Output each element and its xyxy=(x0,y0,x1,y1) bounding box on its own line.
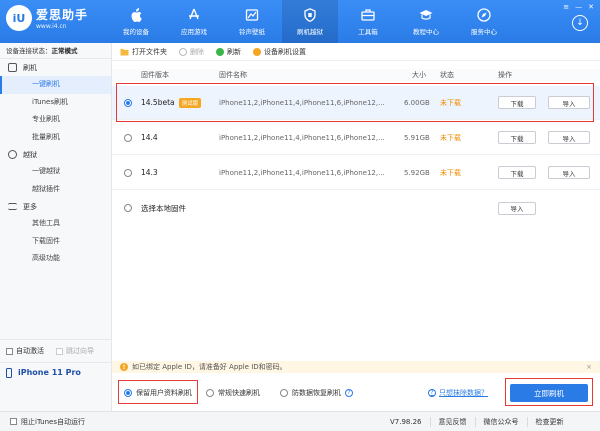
toolbox-icon xyxy=(361,8,375,22)
app-logo: iU 爱思助手 www.i4.cn xyxy=(6,5,88,31)
import-button[interactable]: 导入 xyxy=(548,131,590,144)
ringtone-icon xyxy=(245,8,259,22)
sidebar-item-jailbreak-plugins[interactable]: 越狱插件 xyxy=(0,181,111,199)
flash-settings-button[interactable]: 设备刷机设置 xyxy=(253,47,306,57)
flash-button-highlight xyxy=(505,378,593,406)
status-badge: 未下载 xyxy=(440,133,461,142)
version-label: V7.98.26 xyxy=(390,417,422,426)
main-panel: 打开文件夹 删除 刷新 设备刷机设置 固件版本 固件名称 大小 状态 操作 14… xyxy=(112,43,600,411)
sidebar-item-batch-flash[interactable]: 批量刷机 xyxy=(0,129,111,147)
compass-icon xyxy=(477,7,491,22)
download-button[interactable]: 下载 xyxy=(498,131,536,144)
nav-tutorials[interactable]: 教程中心 xyxy=(398,0,454,43)
local-import-button[interactable]: 导入 xyxy=(498,201,536,215)
app-store-icon xyxy=(187,8,201,22)
folder-icon xyxy=(120,48,129,55)
status-bar: 阻止iTunes自动运行 V7.98.26 意见反馈 微信公众号 检查更新 xyxy=(0,411,600,431)
sidebar-item-pro-flash[interactable]: 专业刷机 xyxy=(0,111,111,129)
download-icon[interactable]: ↓ xyxy=(572,15,588,31)
help-icon[interactable]: ? xyxy=(345,389,353,397)
connection-status: 设备连接状态：正常模式 xyxy=(0,43,111,59)
nav-ringtones[interactable]: 铃声壁纸 xyxy=(224,0,280,43)
toolbar: 打开文件夹 删除 刷新 设备刷机设置 xyxy=(112,43,600,61)
row-radio[interactable] xyxy=(124,133,132,142)
delete-button[interactable]: 删除 xyxy=(179,47,204,57)
sidebar-group-jailbreak: 越狱 xyxy=(0,146,111,163)
main-nav: 我的设备 应用游戏 铃声壁纸 刷机越狱 工具箱 教程中心 服务中心 xyxy=(108,0,514,43)
phone-icon xyxy=(8,63,17,72)
nav-my-device[interactable]: 我的设备 xyxy=(108,0,164,43)
table-row[interactable]: 14.4 iPhone11,2,iPhone11,4,iPhone11,6,iP… xyxy=(112,121,600,155)
sidebar-group-more: 更多 xyxy=(0,198,111,215)
sidebar-item-one-click-flash[interactable]: 一键刷机 xyxy=(0,76,111,94)
row-radio[interactable] xyxy=(124,168,132,177)
menu-icon[interactable]: ≡ xyxy=(563,3,569,11)
import-button[interactable]: 导入 xyxy=(548,166,590,179)
app-url: www.i4.cn xyxy=(36,23,67,30)
row-highlight xyxy=(116,83,594,122)
row-radio[interactable] xyxy=(124,204,132,212)
flash-icon xyxy=(303,7,317,22)
iphone-icon xyxy=(6,367,12,378)
app-name: 爱思助手 xyxy=(36,8,89,22)
feedback-link[interactable]: 意见反馈 xyxy=(429,416,475,427)
help-icon: ? xyxy=(428,389,436,397)
sidebar-item-one-click-jailbreak[interactable]: 一键越狱 xyxy=(0,163,111,181)
sidebar-group-flash: 刷机 xyxy=(0,59,111,76)
table-header: 固件版本 固件名称 大小 状态 操作 xyxy=(112,69,600,81)
close-icon[interactable]: × xyxy=(586,363,592,371)
nav-apps-games[interactable]: 应用游戏 xyxy=(166,0,222,43)
minimize-icon[interactable]: — xyxy=(575,3,582,11)
gear-icon xyxy=(253,47,261,56)
sidebar-item-itunes-flash[interactable]: iTunes刷机 xyxy=(0,94,111,112)
list-icon xyxy=(8,203,17,210)
top-bar: iU 爱思助手 www.i4.cn 我的设备 应用游戏 铃声壁纸 刷机越狱 工具… xyxy=(0,0,600,43)
status-badge: 未下载 xyxy=(440,168,461,177)
graduation-cap-icon xyxy=(419,8,433,22)
sidebar-item-other-tools[interactable]: 其他工具 xyxy=(0,215,111,233)
warning-icon: ! xyxy=(120,363,128,371)
local-firmware-row[interactable]: 选择本地固件 导入 xyxy=(112,191,600,225)
open-folder-button[interactable]: 打开文件夹 xyxy=(120,47,167,57)
apple-id-notice: ! 如已绑定 Apple ID，请准备好 Apple ID和密码。 × xyxy=(112,361,600,373)
nav-flash-jailbreak[interactable]: 刷机越狱 xyxy=(282,0,338,43)
sidebar-item-advanced[interactable]: 高级功能 xyxy=(0,250,111,268)
logo-mark: iU xyxy=(6,5,32,31)
anti-recovery-option[interactable]: 防数据恢复刷机 ? xyxy=(280,388,353,398)
apple-icon xyxy=(129,7,143,22)
wechat-link[interactable]: 微信公众号 xyxy=(474,416,527,427)
skip-guide-checkbox[interactable]: 跳过向导 xyxy=(56,346,94,356)
keep-data-highlight xyxy=(118,380,198,404)
window-controls: ≡ — ✕ xyxy=(563,3,594,11)
sidebar-item-download-firmware[interactable]: 下载固件 xyxy=(0,233,111,251)
check-update-link[interactable]: 检查更新 xyxy=(526,416,572,427)
table-row[interactable]: 14.3 iPhone11,2,iPhone11,4,iPhone11,6,iP… xyxy=(112,156,600,190)
nav-service[interactable]: 服务中心 xyxy=(456,0,512,43)
sidebar: 设备连接状态：正常模式 刷机 一键刷机 iTunes刷机 专业刷机 批量刷机 越… xyxy=(0,43,112,411)
jailbreak-icon xyxy=(8,150,17,159)
erase-data-link[interactable]: ? 只想抹除数据？ xyxy=(428,388,488,398)
block-itunes-checkbox[interactable]: 阻止iTunes自动运行 xyxy=(10,417,85,427)
download-button[interactable]: 下载 xyxy=(498,166,536,179)
device-name[interactable]: iPhone 11 Pro xyxy=(0,362,112,382)
refresh-button[interactable]: 刷新 xyxy=(216,47,241,57)
auto-activate-checkbox[interactable]: 自动激活 xyxy=(6,346,44,356)
nav-toolbox[interactable]: 工具箱 xyxy=(340,0,396,43)
close-icon[interactable]: ✕ xyxy=(588,3,594,11)
refresh-icon xyxy=(216,47,224,56)
quick-flash-option[interactable]: 常规快速刷机 xyxy=(206,388,260,398)
delete-icon xyxy=(179,47,187,56)
